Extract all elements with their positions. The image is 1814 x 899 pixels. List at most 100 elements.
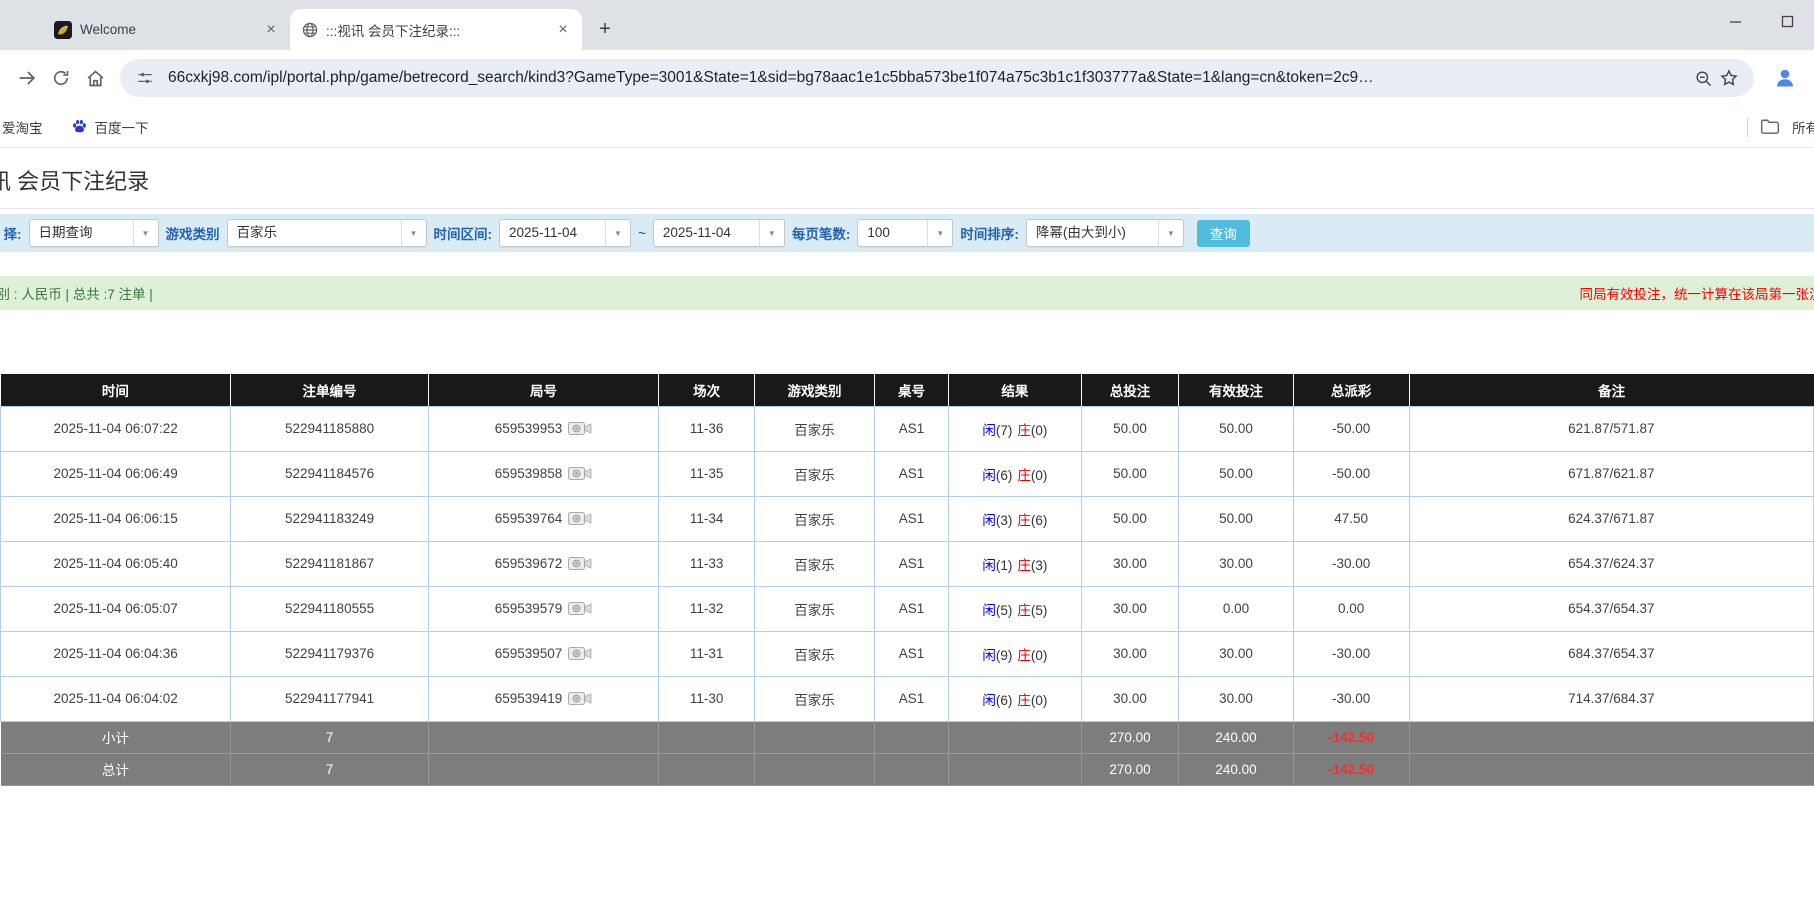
url-text[interactable]: 66cxkj98.com/ipl/portal.php/game/betreco… (168, 69, 1680, 87)
camera-icon[interactable] (568, 600, 592, 617)
tab-betrecord-title: :::视讯 会员下注纪录::: (326, 23, 461, 39)
round-number: 659539419 (494, 691, 563, 706)
folder-icon[interactable] (1760, 118, 1780, 135)
summary-currency-count: 币别 : 人民币 | 总共 :7 注单 | (0, 287, 153, 302)
col-session: 场次 (658, 374, 756, 406)
camera-icon[interactable] (568, 690, 592, 707)
camera-icon[interactable] (568, 510, 592, 527)
all-bookmarks-label[interactable]: 所有书签 (1792, 117, 1814, 137)
query-type-select[interactable]: 日期查询 ▼ (28, 219, 159, 247)
browser-toolbar: 66cxkj98.com/ipl/portal.php/game/betreco… (0, 50, 1814, 106)
url-bar[interactable]: 66cxkj98.com/ipl/portal.php/game/betreco… (120, 59, 1754, 97)
cell-game-type: 百家乐 (754, 495, 875, 542)
globe-favicon-icon (302, 22, 318, 38)
cell-result: 闲(5) 庄(5) (948, 585, 1082, 632)
site-settings-icon[interactable] (132, 65, 158, 91)
window-maximize-button[interactable] (1774, 8, 1800, 34)
cell-bet-id: 522941180555 (230, 585, 429, 632)
per-page-label: 每页笔数: (791, 227, 851, 242)
table-row: 2025-11-04 06:07:22 522941185880 6595399… (0, 405, 1814, 452)
per-page-select[interactable]: 100 ▼ (857, 219, 954, 247)
banker-result: 庄 (1017, 557, 1031, 573)
cell-valid-bet: 30.00 (1178, 540, 1294, 587)
camera-icon[interactable] (568, 465, 592, 482)
bookmark-baidu[interactable]: 百度一下 (71, 117, 149, 137)
col-game-type: 游戏类别 (754, 374, 875, 406)
forward-icon[interactable] (10, 61, 44, 95)
col-result: 结果 (948, 374, 1082, 406)
banker-result: 庄 (1017, 512, 1031, 528)
cell-valid-bet: 0.00 (1178, 585, 1294, 632)
subtotal-label: 小计 (0, 720, 232, 754)
cell-time: 2025-11-04 06:05:07 (0, 585, 232, 632)
round-number: 659539858 (494, 466, 563, 481)
chevron-down-icon: ▼ (400, 220, 426, 246)
reload-icon[interactable] (44, 61, 78, 95)
subtotal-payout: -142.50 (1293, 720, 1410, 754)
cell-session: 11-35 (658, 450, 756, 497)
cell-total-bet[interactable]: 30.00 (1080, 585, 1180, 632)
date-from-select[interactable]: 2025-11-04 ▼ (499, 219, 631, 247)
player-result: 闲 (982, 557, 996, 573)
tab-betrecord[interactable]: :::视讯 会员下注纪录::: × (290, 9, 582, 50)
cell-table-no: AS1 (873, 405, 950, 452)
payout-value: 47.50 (1292, 495, 1410, 542)
cell-remark: 654.37/654.37 (1408, 585, 1814, 632)
date-range-separator: ~ (638, 225, 646, 241)
round-number: 659539764 (494, 511, 563, 526)
player-result: 闲 (982, 467, 996, 483)
cell-total-bet[interactable]: 30.00 (1080, 630, 1180, 677)
banker-result: 庄 (1017, 467, 1031, 483)
cell-round: 659539672 (427, 540, 660, 587)
welcome-favicon-icon (54, 20, 72, 39)
table-row: 2025-11-04 06:06:15 522941183249 6595397… (0, 495, 1814, 542)
tab-welcome[interactable]: Welcome × (42, 9, 290, 50)
camera-icon[interactable] (568, 555, 592, 572)
filter-bar: 选择: 日期查询 ▼ 游戏类别 百家乐 ▼ 时间区间: 2025-11-04 ▼… (0, 214, 1814, 252)
bookmark-star-icon[interactable] (1716, 65, 1742, 91)
cell-remark: 621.87/571.87 (1408, 405, 1814, 452)
cell-remark: 684.37/654.37 (1408, 630, 1814, 677)
cell-bet-id: 522941184576 (230, 450, 429, 497)
cell-result: 闲(1) 庄(3) (948, 540, 1082, 587)
col-bet-id: 注单编号 (230, 374, 429, 406)
chevron-down-icon: ▼ (132, 220, 158, 246)
window-minimize-button[interactable] (1722, 8, 1748, 34)
zoom-out-indicator-icon[interactable] (1690, 65, 1716, 91)
chevron-down-icon: ▼ (605, 220, 630, 246)
total-valid-bet: 240.00 (1178, 752, 1294, 786)
cell-total-bet[interactable]: 50.00 (1080, 495, 1180, 542)
bookmark-aitaobao-label: 爱淘宝 (2, 120, 43, 136)
select-type-label: 选择: (4, 227, 22, 242)
cell-total-bet[interactable]: 30.00 (1080, 675, 1180, 722)
sort-order-select[interactable]: 降幂(由大到小) ▼ (1025, 219, 1184, 247)
subtotal-valid-bet: 240.00 (1178, 720, 1294, 754)
table-footer: 小计 7 270.00 240.00 -142.50 总计 7 270.00 2… (0, 720, 1814, 786)
new-tab-button[interactable]: + (590, 14, 620, 44)
cell-total-bet[interactable]: 30.00 (1080, 540, 1180, 587)
game-type-select[interactable]: 百家乐 ▼ (226, 219, 427, 247)
cell-time: 2025-11-04 06:05:40 (0, 540, 232, 587)
table-body: 2025-11-04 06:07:22 522941185880 6595399… (0, 405, 1814, 722)
page-title: 视讯 会员下注纪录 (0, 148, 1814, 209)
date-range-label: 时间区间: (433, 227, 493, 242)
total-total-bet: 270.00 (1081, 752, 1180, 786)
home-icon[interactable] (78, 61, 112, 95)
tab-betrecord-close-icon[interactable]: × (554, 21, 572, 39)
bookmark-baidu-label: 百度一下 (94, 120, 149, 136)
cell-round: 659539507 (427, 630, 660, 677)
table-row: 2025-11-04 06:05:07 522941180555 6595395… (0, 585, 1814, 632)
banker-result: 庄 (1017, 602, 1031, 618)
search-button[interactable]: 查询 (1196, 219, 1250, 247)
camera-icon[interactable] (568, 645, 592, 662)
cell-total-bet[interactable]: 50.00 (1080, 450, 1180, 497)
tab-welcome-close-icon[interactable]: × (262, 21, 280, 39)
col-payout: 总派彩 (1293, 374, 1410, 406)
camera-icon[interactable] (568, 420, 592, 437)
cell-total-bet[interactable]: 50.00 (1080, 405, 1180, 452)
date-to-select[interactable]: 2025-11-04 ▼ (652, 219, 785, 247)
profile-avatar-icon[interactable] (1768, 61, 1802, 95)
bookmark-aitaobao[interactable]: 爱淘宝 (2, 117, 43, 137)
cell-game-type: 百家乐 (754, 675, 875, 722)
cell-bet-id: 522941185880 (230, 405, 429, 452)
